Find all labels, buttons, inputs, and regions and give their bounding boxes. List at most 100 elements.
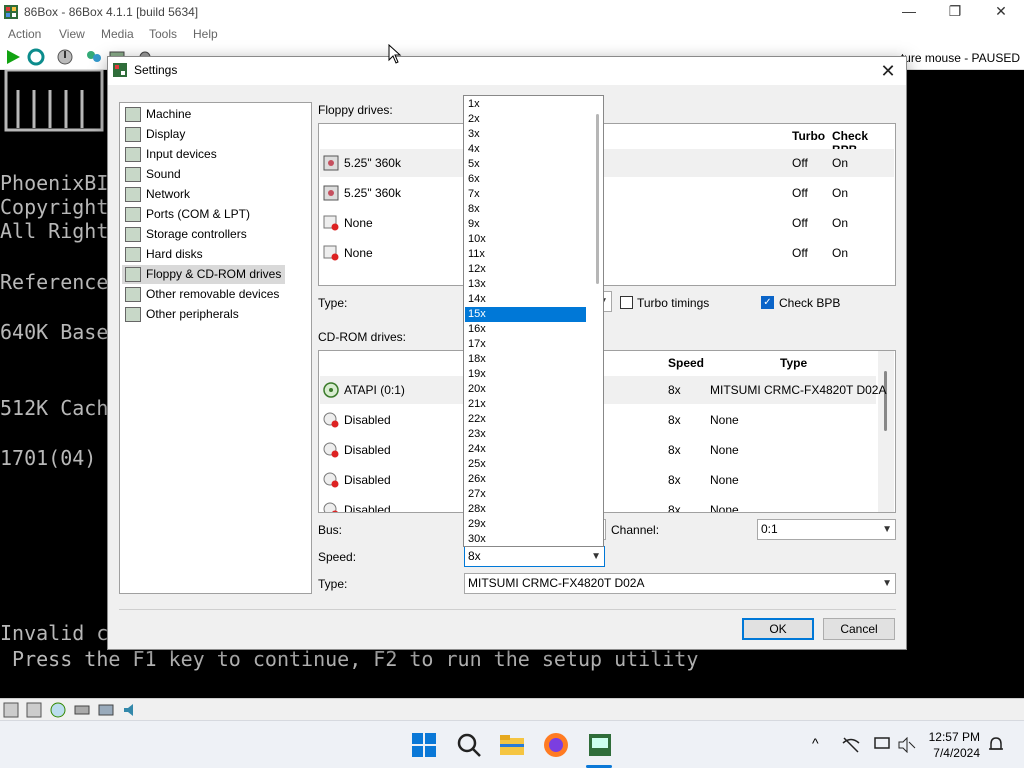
floppy-drives-label: Floppy drives: [318,103,393,117]
speed-option[interactable]: 14x [465,292,586,307]
cdrom-type-label: Type: [318,577,348,591]
speed-option[interactable]: 20x [465,382,586,397]
speed-option[interactable]: 15x [465,307,586,322]
cdrom-channel-select[interactable]: 0:1 ▼ [757,519,896,540]
check-bpb-checkbox[interactable]: ✓ [761,296,774,309]
nav-item-input-devices[interactable]: Input devices [122,145,217,164]
speed-option[interactable]: 9x [465,217,586,232]
cdrom-speed: 8x [668,473,681,487]
nav-item-display[interactable]: Display [122,125,185,144]
chevron-down-icon: ▼ [591,551,601,562]
floppy-drives-list[interactable]: Turbo Check BPB 5.25" 360k Off On 5.25" … [318,123,896,286]
display-icon[interactable] [874,737,892,753]
nav-item-floppy-cdrom[interactable]: Floppy & CD-ROM drives [122,265,286,284]
cdrom-drives-list[interactable]: Speed Type ATAPI (0:1) 8x MITSUMI CRMC-F… [318,350,896,513]
menu-tools[interactable]: Tools [149,27,177,41]
speed-dropdown-list[interactable]: 1x 2x 3x 4x 5x 6x 7x 8x 9x 10x 11x 12x 13x 14x 15x 16x 1… [463,95,604,547]
network-status-icon[interactable] [98,702,114,718]
menu-view[interactable]: View [59,27,85,41]
nav-item-other-peripherals[interactable]: Other peripherals [122,305,239,324]
system-clock[interactable]: 12:57 PM 7/4/2024 [929,729,980,761]
nav-item-machine[interactable]: Machine [122,105,191,124]
volume-muted-icon[interactable] [898,737,916,753]
speed-option[interactable]: 18x [465,352,586,367]
menu-bar: Action View Media Tools Help [0,24,1024,44]
menu-help[interactable]: Help [193,27,218,41]
nav-item-ports[interactable]: Ports (COM & LPT) [122,205,250,224]
speed-option[interactable]: 27x [465,487,586,502]
notification-bell-icon[interactable] [988,736,1004,754]
nav-item-hard-disks[interactable]: Hard disks [122,245,203,264]
reset-icon[interactable] [27,48,45,66]
nav-item-other-removable[interactable]: Other removable devices [122,285,279,304]
nav-item-sound[interactable]: Sound [122,165,181,184]
speed-option[interactable]: 11x [465,247,586,262]
speed-option[interactable]: 4x [465,142,586,157]
cancel-button[interactable]: Cancel [823,618,895,640]
floppy-type: None [344,246,373,260]
86box-taskbar-icon[interactable] [586,731,614,759]
speed-option[interactable]: 24x [465,442,586,457]
nav-item-network[interactable]: Network [122,185,190,204]
minimize-button[interactable]: — [886,0,932,24]
speed-option[interactable]: 21x [465,397,586,412]
nav-item-storage-controllers[interactable]: Storage controllers [122,225,247,244]
settings-category-list: Machine Display Input devices Sound Netw… [119,102,312,594]
dropdown-scrollbar-thumb[interactable] [596,114,599,284]
speed-option[interactable]: 16x [465,322,586,337]
dialog-close-button[interactable]: ✕ [876,59,900,83]
menu-action[interactable]: Action [8,27,41,41]
floppy-check-bpb: On [832,246,849,260]
power-icon[interactable] [56,48,74,66]
speed-option[interactable]: 19x [465,367,586,382]
cdrom-type: None [710,443,739,457]
chevron-down-icon: ▼ [882,524,892,535]
maximize-button[interactable]: ❐ [932,0,978,24]
86box-app-icon [4,5,18,19]
speed-option[interactable]: 22x [465,412,586,427]
bios-line: All Right [0,219,109,243]
speed-option[interactable]: 8x [465,202,586,217]
speed-option[interactable]: 25x [465,457,586,472]
bios-line: 1701(04) [0,446,97,470]
file-explorer-icon[interactable] [498,731,526,759]
chevron-up-icon[interactable]: ^ [812,735,819,751]
speed-option[interactable]: 2x [465,112,586,127]
search-icon[interactable] [455,731,483,759]
floppy-status-icon[interactable] [26,702,42,718]
speed-option[interactable]: 3x [465,127,586,142]
cdrom-list-scrollbar[interactable] [878,351,894,512]
turbo-timings-checkbox[interactable] [620,296,633,309]
cdrom-status-icon[interactable] [50,702,66,718]
speed-option[interactable]: 5x [465,157,586,172]
speed-option[interactable]: 23x [465,427,586,442]
cdrom-bus: Disabled [344,473,391,487]
clock-date: 7/4/2024 [933,746,980,760]
network-offline-icon[interactable] [842,737,860,753]
firefox-icon[interactable] [542,731,570,759]
close-window-button[interactable]: ✕ [978,0,1024,24]
ok-button[interactable]: OK [742,618,814,640]
menu-media[interactable]: Media [101,27,134,41]
scrollbar-thumb[interactable] [884,371,887,431]
play-icon[interactable] [4,48,22,66]
cdrom-speed-select[interactable]: 8x ▼ [464,546,605,567]
speed-option[interactable]: 26x [465,472,586,487]
speed-option[interactable]: 29x [465,517,586,532]
windows-start-icon[interactable] [410,731,438,759]
speed-option[interactable]: 30x [465,532,586,546]
speed-option[interactable]: 7x [465,187,586,202]
sound-status-icon[interactable] [122,702,138,718]
floppy-status-icon[interactable] [3,702,19,718]
hdd-status-icon[interactable] [74,702,90,718]
speed-option[interactable]: 13x [465,277,586,292]
speed-option[interactable]: 28x [465,502,586,517]
speed-option[interactable]: 17x [465,337,586,352]
speed-option[interactable]: 12x [465,262,586,277]
speed-option[interactable]: 1x [465,97,586,112]
speed-option[interactable]: 10x [465,232,586,247]
ctrl-alt-del-icon[interactable] [85,48,103,66]
speed-option[interactable]: 6x [465,172,586,187]
cdrom-type-select[interactable]: MITSUMI CRMC-FX4820T D02A ▼ [464,573,896,594]
cdrom-bus: Disabled [344,503,391,513]
